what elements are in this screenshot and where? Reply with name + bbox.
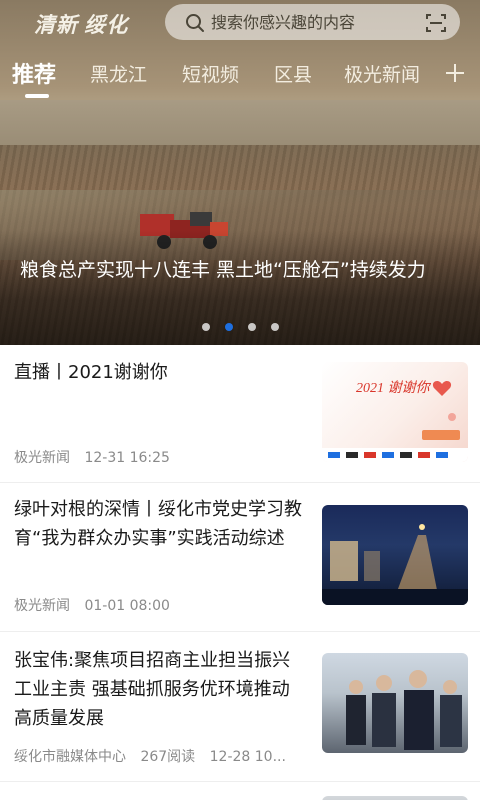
news-source: 极光新闻 <box>14 598 70 614</box>
search-bar[interactable] <box>165 4 460 40</box>
news-source: 绥化市融媒体中心 <box>14 749 126 765</box>
tab-aurora-news[interactable]: 极光新闻 <box>344 60 420 87</box>
news-time: 12-28 10... <box>209 749 286 765</box>
carousel-dot-active[interactable] <box>225 323 233 331</box>
news-time: 12-31 16:25 <box>84 450 170 466</box>
news-title[interactable]: 直播丨2021谢谢你 <box>14 358 304 387</box>
news-title[interactable]: 绿叶对根的深情丨绥化市党史学习教育“我为群众办实事”实践活动综述 <box>14 495 304 553</box>
city-night-image <box>322 524 468 605</box>
news-thumbnail[interactable] <box>322 505 468 605</box>
tab-short-video[interactable]: 短视频 <box>182 60 239 87</box>
news-reads: 267阅读 <box>140 749 196 765</box>
carousel-dot[interactable] <box>248 323 256 331</box>
carousel-dot[interactable] <box>271 323 279 331</box>
news-thumbnail[interactable] <box>322 796 468 800</box>
hero-banner[interactable]: 清新 绥化 推荐 黑龙江 短视频 区县 极光新闻 粮食总产实现十八连丰 黑土地“… <box>0 0 480 345</box>
hero-title[interactable]: 粮食总产实现十八连丰 黑土地“压舱石”持续发力 <box>20 256 466 285</box>
news-meta: 极光新闻 01-01 08:00 <box>14 595 180 615</box>
poster-text: 2021 谢谢你 <box>356 380 431 396</box>
news-item[interactable]: 直播丨2021谢谢你 极光新闻 12-31 16:25 2021 谢谢你 <box>0 345 480 483</box>
tab-recommend[interactable]: 推荐 <box>12 57 56 89</box>
search-input[interactable] <box>211 8 411 36</box>
news-source: 极光新闻 <box>14 450 70 466</box>
hero-sky <box>0 100 480 145</box>
tab-active-indicator <box>25 94 49 98</box>
news-meta: 极光新闻 12-31 16:25 <box>14 447 180 467</box>
plus-icon[interactable] <box>444 62 466 84</box>
app-logo: 清新 绥化 <box>34 13 129 37</box>
officials-photo-image <box>346 670 462 750</box>
news-time: 01-01 08:00 <box>84 598 170 614</box>
carousel-dot[interactable] <box>202 323 210 331</box>
channel-tabs: 推荐 黑龙江 短视频 区县 极光新闻 <box>0 52 480 102</box>
news-item[interactable] <box>0 782 480 800</box>
tab-districts[interactable]: 区县 <box>274 60 312 87</box>
news-item[interactable]: 绿叶对根的深情丨绥化市党史学习教育“我为群众办实事”实践活动综述 极光新闻 01… <box>0 483 480 632</box>
thank-you-poster-image: 2021 谢谢你 <box>322 380 468 462</box>
news-title[interactable]: 张宝伟:聚焦项目招商主业担当振兴工业主责 强基础抓服务优环境推动高质量发展 <box>14 646 304 733</box>
scan-icon[interactable] <box>426 13 446 33</box>
news-thumbnail[interactable] <box>322 653 468 753</box>
news-item[interactable]: 张宝伟:聚焦项目招商主业担当振兴工业主责 强基础抓服务优环境推动高质量发展 绥化… <box>0 632 480 782</box>
search-icon <box>186 14 204 32</box>
news-meta: 绥化市融媒体中心 267阅读 12-28 10... <box>14 746 296 766</box>
news-thumbnail[interactable]: 2021 谢谢你 <box>322 362 468 462</box>
tab-heilongjiang[interactable]: 黑龙江 <box>90 60 147 87</box>
hero-overlay <box>0 230 480 345</box>
